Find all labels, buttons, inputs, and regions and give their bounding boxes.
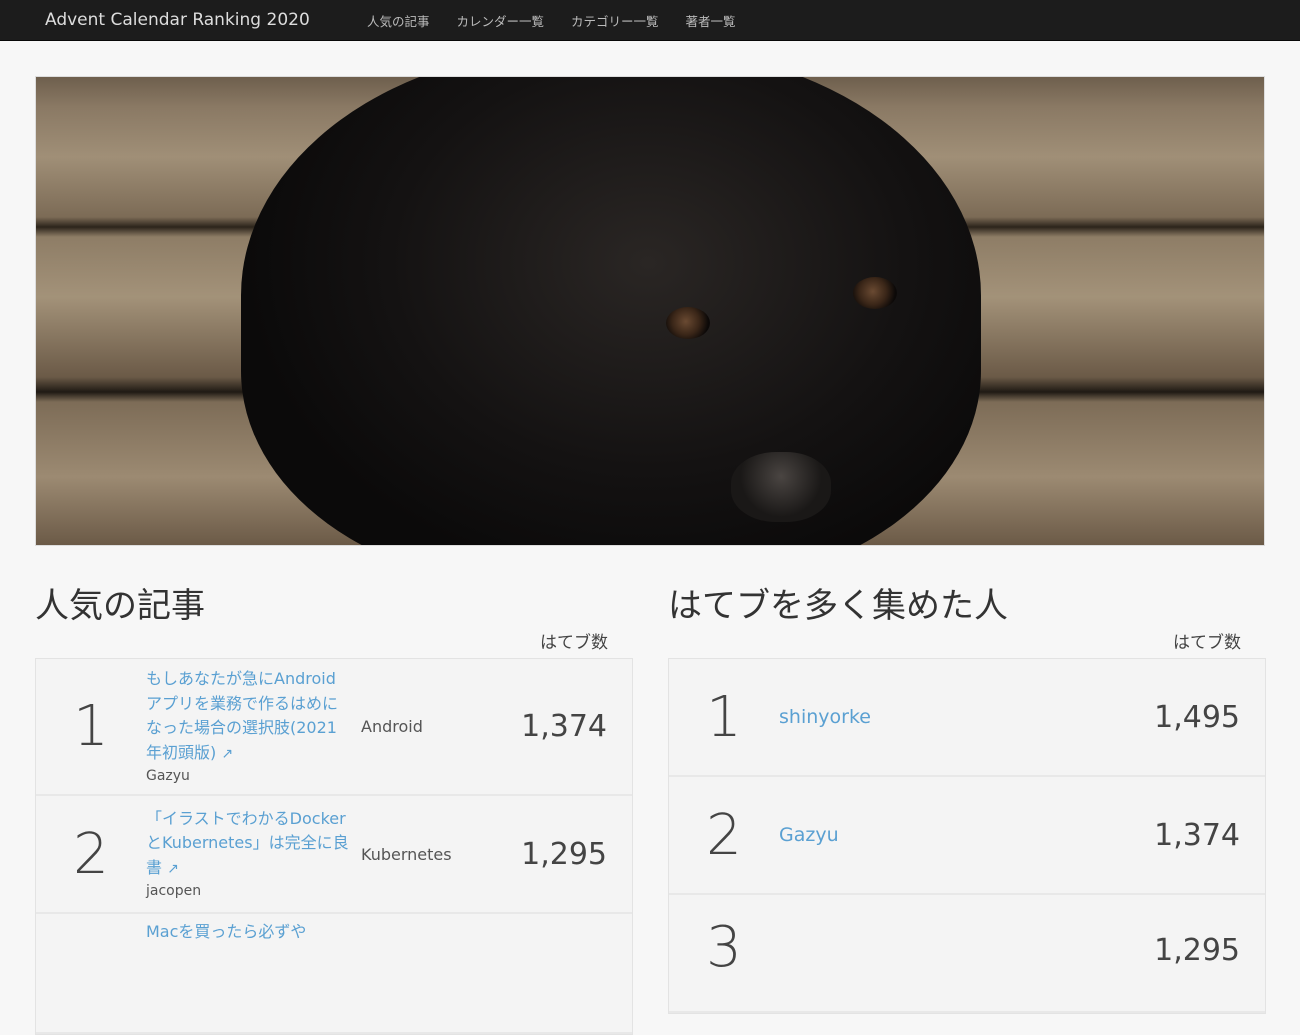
article-link[interactable]: もしあなたが急にAndroidアプリを業務で作るはめになった場合の選択肢(202…: [146, 669, 338, 762]
hatebu-count: 1,295: [1154, 933, 1240, 968]
section-title: はてブを多く集めた人: [668, 586, 1008, 626]
nav-popular-articles[interactable]: 人気の記事: [367, 11, 430, 30]
rank: 1: [73, 694, 109, 759]
table-row: 3 1,295: [669, 895, 1265, 1013]
nav-author-list[interactable]: 著者一覧: [686, 11, 736, 30]
column-header: はてブ数: [1173, 633, 1241, 653]
column-header: はてブ数: [540, 633, 608, 653]
top-navbar: Advent Calendar Ranking 2020 人気の記事 カレンダー…: [0, 0, 1300, 41]
rank: 2: [73, 821, 109, 887]
hatebu-count: 1,374: [521, 709, 607, 744]
hatebu-count: 1,495: [1154, 699, 1240, 735]
user-link[interactable]: Gazyu: [779, 824, 1010, 846]
user-link[interactable]: shinyorke: [779, 706, 1010, 728]
hatebu-count: 1,295: [521, 836, 607, 872]
table-row: 1 もしあなたが急にAndroidアプリを業務で作るはめになった場合の選択肢(2…: [36, 659, 632, 796]
nav-calendar-list[interactable]: カレンダー一覧: [457, 11, 545, 30]
table-row: 2 Gazyu 1,374: [669, 777, 1265, 895]
rank: 1: [706, 684, 742, 750]
article-link[interactable]: Macを買ったら必ずや: [146, 922, 306, 941]
rank: 3: [706, 915, 742, 980]
users-table: 1 shinyorke 1,495 2 Gazyu 1,374 3 1,295: [668, 658, 1266, 1014]
popular-articles-section: 人気の記事 はてブ数 1 もしあなたが急にAndroidアプリを業務で作るはめに…: [35, 578, 633, 1035]
author: Gazyu: [146, 768, 190, 784]
nav-category-list[interactable]: カテゴリー一覧: [571, 11, 659, 30]
rank: 2: [706, 802, 742, 868]
hero-image-dog: [35, 76, 1265, 546]
top-users-section: はてブを多く集めた人 はてブ数 1 shinyorke 1,495 2 Gazy…: [668, 578, 1266, 1014]
author: jacopen: [146, 883, 202, 900]
external-link-icon: ↗: [167, 860, 179, 877]
table-row: 1 shinyorke 1,495: [669, 659, 1265, 777]
hatebu-count: 1,374: [1154, 817, 1240, 853]
dog-figure: [241, 77, 981, 545]
articles-table: 1 もしあなたが急にAndroidアプリを業務で作るはめになった場合の選択肢(2…: [35, 658, 633, 1035]
brand-link[interactable]: Advent Calendar Ranking 2020: [45, 10, 367, 30]
table-row: 2 「イラストでわかるDockerとKubernetes」は完全に良書 ↗ ja…: [36, 796, 632, 914]
external-link-icon: ↗: [221, 745, 234, 762]
category: Kubernetes: [361, 844, 452, 864]
table-row: Macを買ったら必ずや: [36, 914, 632, 1034]
category: Android: [361, 717, 423, 736]
section-title: 人気の記事: [35, 586, 205, 626]
